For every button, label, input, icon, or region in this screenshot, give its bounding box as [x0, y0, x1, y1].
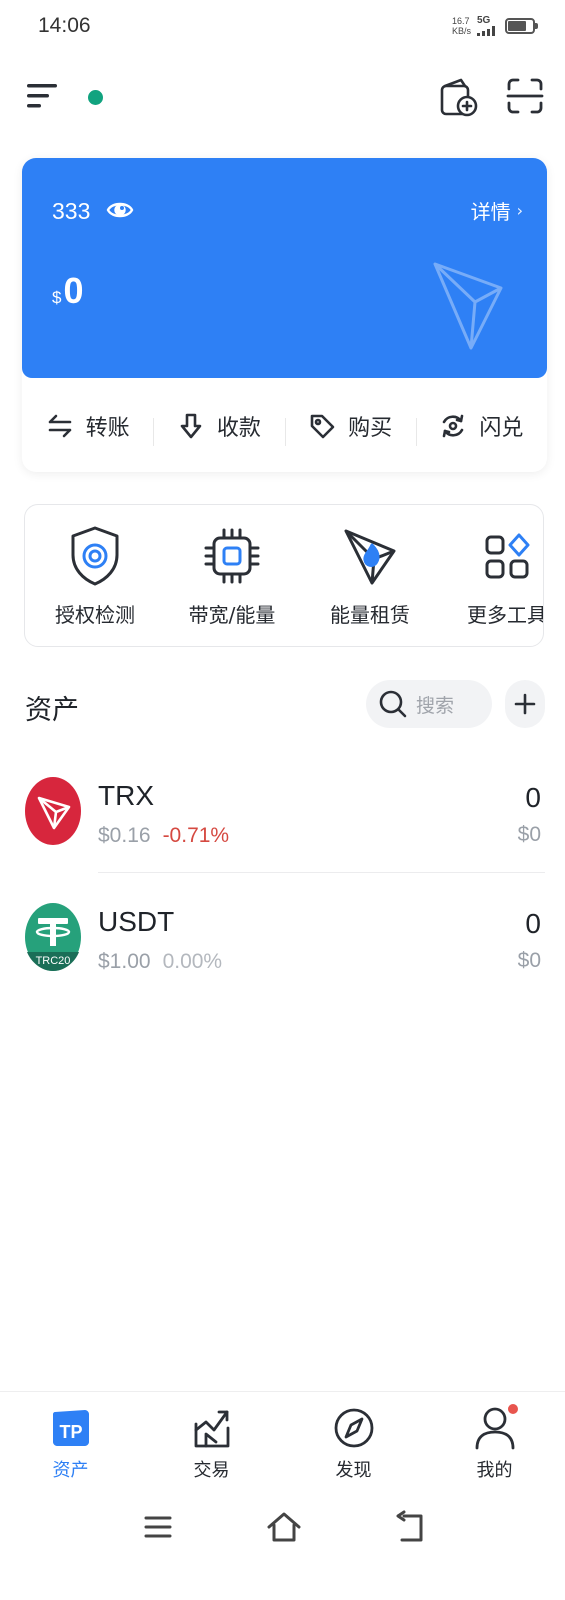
home-icon[interactable]: [264, 1507, 304, 1547]
nav-tab-discover[interactable]: 发现: [283, 1392, 424, 1490]
tron-logo-icon: [25, 777, 81, 845]
nav-label: 我的: [476, 1460, 513, 1481]
balance-currency: $: [52, 288, 62, 307]
tool-authorization-check[interactable]: 授权检测: [25, 505, 165, 646]
tp-wallet-icon: TP: [52, 1410, 89, 1446]
wallet-card: 333 详情 › $ 0 转账 收款 购买 闪兑: [22, 158, 547, 472]
wallet-detail-link[interactable]: 详情 ›: [471, 196, 523, 225]
asset-price-line: $0.16 -0.71%: [98, 824, 229, 848]
svg-text:TP: TP: [59, 1422, 82, 1442]
trade-chart-icon: [194, 1410, 229, 1448]
tools-panel: 授权检测 带宽/能量 能量租赁 更多工具: [24, 504, 544, 647]
asset-change: -0.71%: [162, 824, 230, 847]
wallet-balance: $ 0: [52, 270, 84, 312]
notification-badge: [508, 1404, 518, 1414]
status-time: 14:06: [38, 14, 91, 37]
nav-label: 交易: [193, 1460, 230, 1481]
transfer-label: 转账: [85, 416, 130, 441]
tether-trc20-logo-icon: TRC20: [25, 903, 81, 971]
nav-label: 资产: [52, 1460, 89, 1481]
top-bar: [0, 68, 565, 128]
chip-icon: [204, 528, 260, 584]
shield-check-icon: [71, 526, 119, 586]
wallet-name: 333: [52, 198, 91, 224]
receive-button[interactable]: 收款: [153, 410, 284, 446]
signal-icon: 5G: [477, 16, 495, 36]
network-speed-value: 16.7: [451, 16, 470, 26]
assets-title: 资产: [25, 695, 79, 726]
asset-row-usdt[interactable]: TRC20 USDT $1.00 0.00% 0 $0: [0, 886, 565, 1010]
asset-fiat-value: $0: [517, 949, 541, 972]
trc20-label: TRC20: [36, 955, 71, 967]
scan-icon[interactable]: [505, 76, 545, 116]
transfer-button[interactable]: 转账: [22, 410, 153, 442]
network-type: 5G: [477, 15, 491, 26]
menu-icon[interactable]: [25, 80, 61, 112]
chevron-right-icon: ›: [516, 201, 523, 220]
system-nav: [0, 1489, 565, 1600]
battery-icon: [505, 18, 538, 34]
asset-change: 0.00%: [162, 950, 223, 973]
wallet-actions: 转账 收款 购买 闪兑: [22, 386, 547, 466]
divider: [98, 872, 545, 873]
buy-tag-icon: [310, 414, 335, 439]
assets-header: 资产 搜索: [0, 676, 565, 732]
status-bar: 14:06 16.7 KB/s 5G: [0, 0, 565, 56]
nav-tab-assets[interactable]: TP 资产: [0, 1392, 141, 1490]
add-asset-button[interactable]: [505, 680, 545, 728]
tool-label: 授权检测: [55, 603, 135, 627]
asset-price: $1.00: [98, 950, 151, 973]
transfer-icon: [48, 414, 71, 438]
tool-label: 能量租赁: [330, 603, 410, 627]
nav-tab-trade[interactable]: 交易: [141, 1392, 282, 1490]
network-speed-unit: KB/s: [451, 26, 471, 36]
tool-label: 更多工具: [467, 603, 544, 627]
wallet-summary[interactable]: 333 详情 › $ 0: [22, 158, 547, 378]
asset-amount: 0: [525, 908, 541, 939]
balance-value: 0: [63, 270, 84, 311]
nav-label: 发现: [335, 1460, 372, 1481]
recent-apps-icon[interactable]: [138, 1507, 178, 1547]
tool-bandwidth-energy[interactable]: 带宽/能量: [162, 505, 302, 646]
asset-row-trx[interactable]: TRX $0.16 -0.71% 0 $0: [0, 760, 565, 884]
tool-label: 带宽/能量: [188, 603, 276, 627]
online-status-dot: [88, 90, 103, 105]
receive-label: 收款: [216, 416, 261, 441]
status-icons: 16.7 KB/s 5G: [452, 16, 538, 36]
swap-button[interactable]: 闪兑: [415, 410, 547, 446]
wallet-detail-label: 详情: [470, 200, 511, 224]
asset-amount: 0: [525, 782, 541, 813]
buy-button[interactable]: 购买: [284, 410, 416, 446]
search-placeholder: 搜索: [416, 694, 455, 717]
tool-more-tools[interactable]: 更多工具: [437, 505, 544, 646]
add-wallet-icon[interactable]: [439, 74, 479, 118]
asset-search-button[interactable]: 搜索: [366, 680, 492, 728]
asset-symbol: TRX: [98, 780, 154, 811]
asset-fiat-value: $0: [517, 823, 541, 846]
search-icon: [379, 690, 407, 718]
swap-icon: [443, 414, 464, 438]
energy-rent-icon: [344, 529, 396, 585]
more-tools-icon: [485, 533, 530, 579]
bottom-nav: TP 资产 交易 发现 我的: [0, 1391, 565, 1489]
nav-tab-profile[interactable]: 我的: [424, 1392, 565, 1490]
receive-icon: [180, 413, 202, 439]
compass-icon: [334, 1408, 373, 1448]
asset-symbol: USDT: [98, 906, 175, 937]
plus-icon: [514, 693, 536, 715]
network-speed: 16.7 KB/s: [452, 16, 471, 36]
asset-price: $0.16: [98, 824, 151, 847]
tool-energy-rental[interactable]: 能量租赁: [300, 505, 440, 646]
eye-icon[interactable]: [106, 198, 134, 222]
swap-label: 闪兑: [479, 416, 524, 441]
asset-price-line: $1.00 0.00%: [98, 950, 222, 974]
buy-label: 购买: [348, 416, 393, 441]
back-icon[interactable]: [390, 1507, 430, 1547]
tron-watermark-icon: [433, 262, 503, 350]
